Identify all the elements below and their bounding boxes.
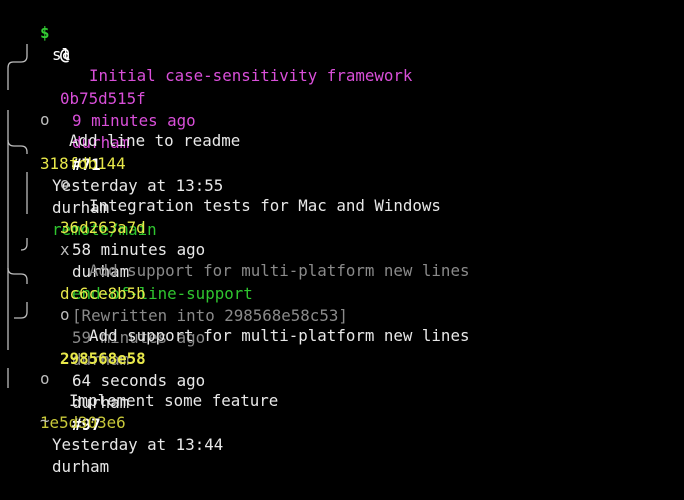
commit-message: Add support for multi-platform new lines [89, 261, 470, 280]
commit-message-dc6ce8b5b: Add support for multi-platform new lines [51, 238, 469, 280]
commit-message-1e5d303e6: Implement some feature [31, 368, 278, 410]
commit-row-1e5d303e6[interactable]: o 1e5d303e6 Yesterday at 13:44 durham [2, 346, 223, 476]
commit-row-298568e58[interactable]: o 298568e58 64 seconds ago durham #97 [22, 282, 205, 434]
commit-time: Yesterday at 13:44 [52, 435, 224, 454]
tilde-line: ~ [2, 388, 50, 430]
commit-row-36d263a7d[interactable]: o 36d263a7d 58 minutes ago durham end-of… [22, 151, 253, 303]
commit-message-318fdb144: Add line to readme [31, 108, 240, 150]
commit-author: durham [52, 457, 110, 476]
commit-row-dc6ce8b5b[interactable]: x dc6ce8b5b [Rewritten into 298568e58c53… [22, 217, 348, 369]
commit-message: Add line to readme [69, 131, 241, 150]
tilde: ~ [40, 411, 50, 430]
commit-message-298568e58: Add support for multi-platform new lines [51, 303, 469, 345]
commit-message: Add support for multi-platform new lines [89, 326, 470, 345]
commit-row-0b75d515f[interactable]: @ 0b75d515f 9 minutes ago durham #71 [22, 22, 196, 174]
commit-message-0b75d515f: Initial case-sensitivity framework [51, 43, 412, 85]
terminal-window[interactable]: $ sl @ 0b75d515f 9 minutes ago durham #7… [0, 0, 684, 476]
commit-row-318fdb144[interactable]: o 318fdb144 Yesterday at 13:55 durham re… [2, 87, 223, 239]
commit-message: Initial case-sensitivity framework [89, 66, 413, 85]
commit-message: Implement some feature [69, 391, 279, 410]
commit-message-36d263a7d: Integration tests for Mac and Windows [51, 173, 441, 215]
commit-message: Integration tests for Mac and Windows [89, 196, 441, 215]
commit-hash[interactable]: 1e5d303e6 [40, 413, 126, 432]
prompt-line[interactable]: $ sl [2, 0, 71, 64]
